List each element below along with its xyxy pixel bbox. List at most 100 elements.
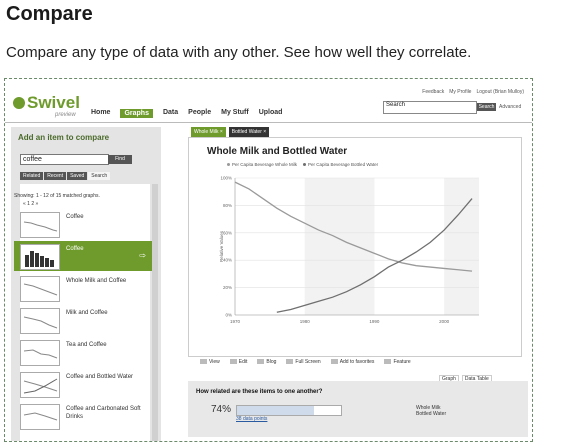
nav-data[interactable]: Data <box>163 109 178 118</box>
tag-label: Bottled Water <box>231 129 262 135</box>
correlation-question-text: How related are these items to one anoth… <box>196 389 323 395</box>
tag-bottled-water[interactable]: Bottled Water × <box>228 127 270 137</box>
correlation-percent: 74% <box>211 404 232 415</box>
list-item-label: Milk and Coffee <box>66 310 108 316</box>
add-favorites-button[interactable]: Add to favorites <box>330 359 375 365</box>
list-item-label: Coffee and Carbonated Soft Drinks <box>66 406 141 420</box>
feature-button[interactable]: Feature <box>384 359 411 365</box>
blog-button[interactable]: Blog <box>257 359 276 365</box>
article-description: Compare any type of data with any other.… <box>6 44 472 61</box>
chart-panel: Whole Milk and Bottled Water Per Capita … <box>188 137 522 357</box>
tag-whole-milk[interactable]: Whole Milk × <box>191 127 226 137</box>
list-item-label: Coffee and Bottled Water <box>66 374 134 380</box>
y-tick-label: 80% <box>223 203 232 208</box>
y-tick-label: 20% <box>223 285 232 290</box>
sidebar-title: Add an item to compare <box>18 133 110 142</box>
results-pager[interactable]: « 1 2 » <box>23 201 38 207</box>
x-tick-label: 1980 <box>300 319 311 324</box>
feature-label: Feature <box>393 359 411 365</box>
x-tick-label: 1970 <box>230 319 241 324</box>
nav-graphs[interactable]: Graphs <box>120 109 153 118</box>
list-item-label: Tea and Coffee <box>66 342 107 348</box>
y-tick-label: 100% <box>220 176 232 181</box>
feature-icon <box>384 359 392 365</box>
site-search-button[interactable]: Search <box>477 103 496 111</box>
x-tick-label: 1990 <box>369 319 380 324</box>
nav-home[interactable]: Home <box>91 109 110 118</box>
list-item[interactable]: Coffee and Carbonated Soft Drinks <box>18 401 146 431</box>
swivel-logo[interactable]: Swivel <box>13 93 80 113</box>
edit-label: Edit <box>238 359 248 365</box>
swirl-icon <box>13 97 25 109</box>
list-item[interactable]: Whole Milk and Coffee <box>18 273 146 303</box>
y-axis-label: Relative Values <box>219 230 224 262</box>
correlation-legend-item: Bottled Water <box>416 411 447 417</box>
full-screen-button[interactable]: Full Screen <box>286 359 321 365</box>
correlation-bar <box>236 405 342 416</box>
feedback-link[interactable]: Feedback <box>422 89 444 95</box>
magnifier-icon <box>286 359 294 365</box>
list-item[interactable]: Coffee and Bottled Water <box>18 369 146 399</box>
graph-thumbnail <box>20 372 60 398</box>
remove-tag-icon[interactable]: × <box>263 129 266 135</box>
list-item-label: Whole Milk and Coffee <box>66 278 127 284</box>
data-points-link[interactable]: 38 data points <box>236 416 267 422</box>
blog-label: Blog <box>266 359 277 365</box>
correlation-legend: Whole Milk Bottled Water <box>416 405 446 417</box>
list-item-label: Coffee <box>66 214 84 220</box>
graph-toolbar: View Edit Blog Full Screen Add to favori… <box>200 359 411 365</box>
add-arrow-icon[interactable]: ⇨ <box>139 251 146 260</box>
nav-people[interactable]: People <box>188 109 211 118</box>
list-item[interactable]: Coffee <box>18 209 146 239</box>
correlation-question: How related are these items to one anoth… <box>196 389 322 395</box>
results-scrollbar[interactable] <box>152 184 158 441</box>
article-title: Compare <box>6 3 93 25</box>
tag-label: Whole Milk <box>194 129 219 135</box>
graph-thumbnail <box>20 404 60 430</box>
list-item-label: Coffee <box>66 246 84 252</box>
logo-tagline: preview <box>55 112 76 118</box>
sidebar-tabs: Related Recent Saved Search <box>20 172 111 180</box>
tab-search[interactable]: Search <box>88 172 111 180</box>
graph-thumbnail <box>20 276 60 302</box>
edit-button[interactable]: Edit <box>229 359 248 365</box>
screenshot-frame: Swivel preview Home Graphs Data People M… <box>4 78 533 442</box>
tab-saved[interactable]: Saved <box>67 172 88 180</box>
nav-my-stuff[interactable]: My Stuff <box>221 109 249 118</box>
header-divider <box>5 122 532 123</box>
correlation-panel: How related are these items to one anoth… <box>188 381 528 437</box>
main-nav: Home Graphs Data People My Stuff Upload <box>91 109 282 118</box>
logo-text: Swivel <box>27 93 80 112</box>
graph-thumbnail <box>20 308 60 334</box>
tab-related[interactable]: Related <box>20 172 44 180</box>
site-search-input[interactable]: Search <box>383 101 477 114</box>
view-button[interactable]: View <box>200 359 220 365</box>
list-item[interactable]: Milk and Coffee <box>18 305 146 335</box>
pencil-icon <box>229 359 237 365</box>
my-profile-link[interactable]: My Profile <box>449 89 471 95</box>
compare-tags: Whole Milk × Bottled Water × <box>191 127 270 137</box>
correlation-bar-fill <box>237 406 314 415</box>
y-tick-label: 0% <box>225 313 232 318</box>
line-chart: 0% 20% 40% 60% 80% 100% 1970 1980 1990 2000 Relati… <box>219 176 479 324</box>
add-favorites-label: Add to favorites <box>339 359 375 365</box>
tab-recent[interactable]: Recent <box>44 172 67 180</box>
remove-tag-icon[interactable]: × <box>220 129 223 135</box>
y-tick-label: 60% <box>223 230 232 235</box>
nav-upload[interactable]: Upload <box>259 109 283 118</box>
view-icon <box>200 359 207 365</box>
view-label: View <box>209 359 220 365</box>
full-screen-label: Full Screen <box>295 359 321 365</box>
results-count: Showing: 1 - 12 of 15 matched graphs. <box>14 193 100 199</box>
list-item-selected[interactable]: Coffee ⇨ <box>14 241 152 271</box>
y-tick-label: 40% <box>223 258 232 263</box>
logout-link[interactable]: Logout (Brian Mulloy) <box>476 89 524 95</box>
advanced-search-link[interactable]: Advanced <box>499 104 521 110</box>
blog-icon <box>257 359 265 365</box>
decade-band <box>444 178 479 315</box>
find-button[interactable]: Find <box>108 155 132 164</box>
user-links: Feedback My Profile Logout (Brian Mulloy… <box>422 89 524 95</box>
list-item[interactable]: Tea and Coffee <box>18 337 146 367</box>
x-tick-label: 2000 <box>439 319 450 324</box>
graph-search-input[interactable]: coffee <box>20 154 109 165</box>
